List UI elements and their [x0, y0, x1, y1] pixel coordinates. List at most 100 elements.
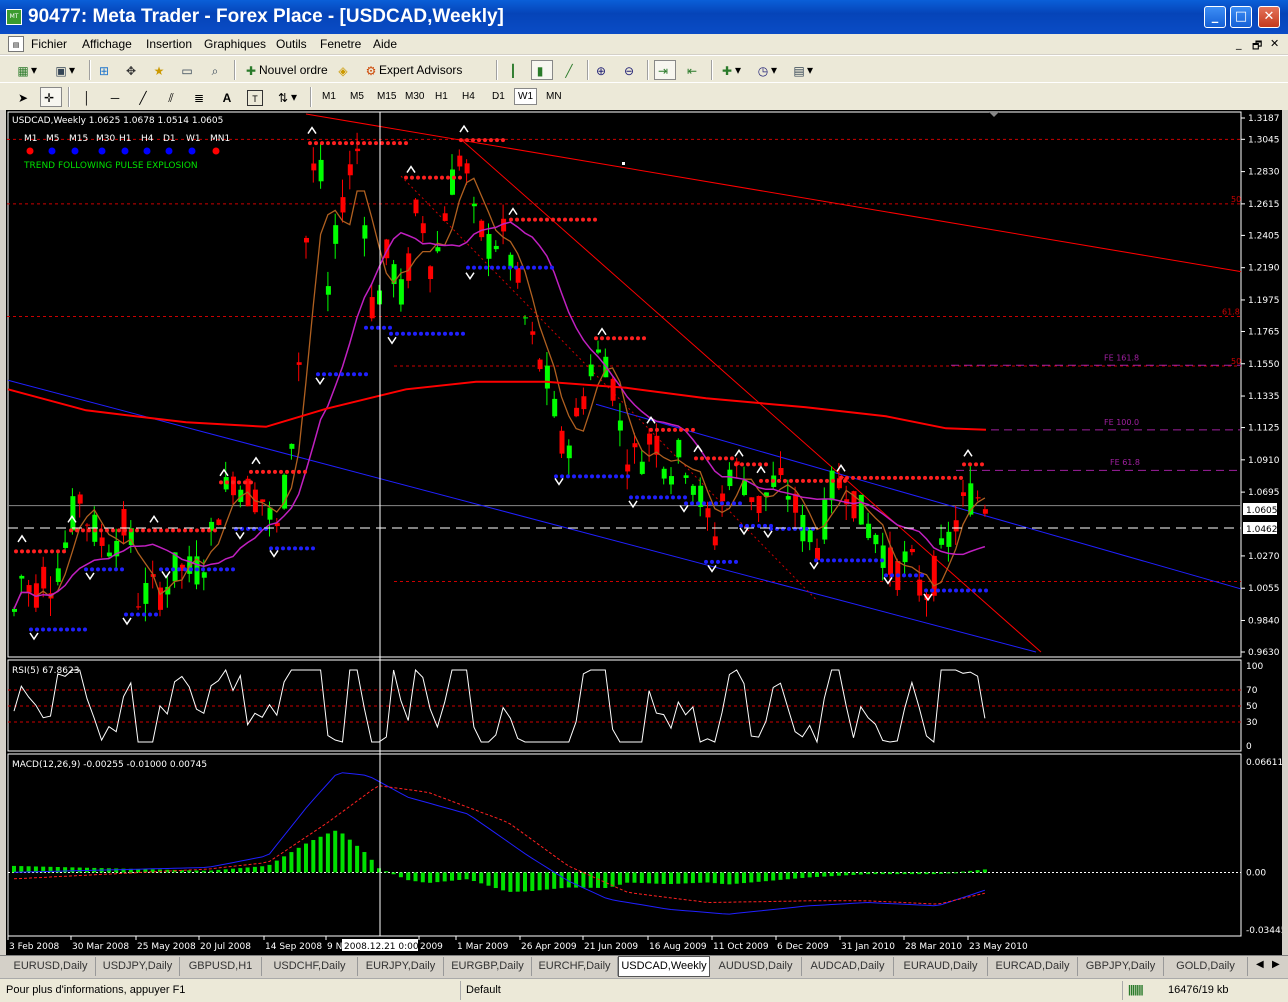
tab-scroll-left-icon[interactable]: ◀: [1256, 959, 1264, 970]
zoom-out-button[interactable]: ⊖: [620, 60, 640, 80]
candle-body: [705, 508, 711, 518]
fractal-down-dot: [84, 567, 88, 572]
fractal-down-dot: [671, 495, 675, 500]
fractal-up-dot: [917, 475, 921, 480]
macd-histogram-bar: [19, 866, 24, 873]
terminal-button[interactable]: ▭: [178, 60, 198, 80]
timeframe-mn[interactable]: MN: [542, 88, 566, 105]
fractal-down-dot: [364, 325, 368, 330]
menu-graphiques[interactable]: Graphiques: [204, 37, 266, 51]
fractal-up-dot: [606, 336, 610, 341]
tab-gbpusd-h1[interactable]: GBPUSD,H1: [180, 957, 262, 976]
tab-eurgbp-daily[interactable]: EURGBP,Daily: [444, 957, 532, 976]
text-label-tool[interactable]: T: [246, 87, 266, 107]
fractal-up-dot: [398, 141, 402, 146]
menu-outils[interactable]: Outils: [276, 37, 307, 51]
expert-advisors-button[interactable]: ⚙ Expert Advisors: [362, 60, 466, 80]
navigator-button[interactable]: ✥: [122, 60, 142, 80]
indicators-button[interactable]: ✚ ▾: [718, 60, 750, 80]
periods-button[interactable]: ◷ ▾: [754, 60, 786, 80]
maximize-button[interactable]: □: [1230, 6, 1252, 28]
data-window-button[interactable]: ★: [150, 60, 170, 80]
auto-scroll-button[interactable]: ⇥: [654, 60, 676, 80]
equidistant-channel-tool[interactable]: ⫽: [162, 87, 182, 107]
chart-window-icon[interactable]: ▤: [8, 36, 24, 52]
menu-affichage[interactable]: Affichage: [82, 37, 132, 51]
minimize-button[interactable]: _: [1204, 6, 1226, 28]
chart-shift-marker[interactable]: [989, 112, 999, 117]
tab-gold-daily[interactable]: GOLD,Daily: [1164, 957, 1248, 976]
arrows-tool[interactable]: ⇅ ▾: [274, 87, 304, 107]
zoom-in-button[interactable]: ⊕: [592, 60, 612, 80]
timeframe-w1[interactable]: W1: [514, 88, 537, 105]
metaeditor-button[interactable]: ◈: [334, 60, 354, 80]
tab-audcad-daily[interactable]: AUDCAD,Daily: [802, 957, 894, 976]
fractal-up-dot: [887, 475, 891, 480]
fractal-up-dot: [261, 469, 265, 474]
candle-body: [909, 549, 915, 553]
menu-aide[interactable]: Aide: [373, 37, 397, 51]
mdi-minimize-button[interactable]: _: [1236, 37, 1242, 50]
tab-eurcad-daily[interactable]: EURCAD,Daily: [988, 957, 1078, 976]
menu-insertion[interactable]: Insertion: [146, 37, 192, 51]
trendline-tool[interactable]: ╱: [134, 87, 154, 107]
fractal-down-arrow: [883, 577, 893, 585]
menu-fenetre[interactable]: Fenetre: [320, 37, 361, 51]
tab-usdjpy-daily[interactable]: USDJPY,Daily: [96, 957, 180, 976]
tab-gbpjpy-daily[interactable]: GBPJPY,Daily: [1078, 957, 1164, 976]
tab-euraud-daily[interactable]: EURAUD,Daily: [894, 957, 988, 976]
cursor-tool[interactable]: ➤: [14, 87, 34, 107]
status-profile[interactable]: Default: [466, 984, 501, 996]
market-watch-button[interactable]: ⊞: [95, 60, 115, 80]
text-tool[interactable]: A: [218, 87, 238, 107]
profiles-button[interactable]: ▣ ▾: [52, 60, 84, 80]
chart-canvas[interactable]: 50 61.8 50 FE 161.8 FE 100.0 FE 61.8 100 70 50 3…: [6, 110, 1286, 955]
chart-shift-button[interactable]: ⇤: [683, 60, 705, 80]
timeframe-m1[interactable]: M1: [318, 88, 340, 105]
tab-scroll-right-icon[interactable]: ▶: [1272, 959, 1280, 970]
tab-eurusd-daily[interactable]: EURUSD,Daily: [6, 957, 96, 976]
tab-eurjpy-daily[interactable]: EURJPY,Daily: [358, 957, 444, 976]
macd-histogram-bar: [347, 839, 352, 873]
fractal-up-dot: [452, 175, 456, 180]
new-chart-button[interactable]: ▦ ▾: [14, 60, 46, 80]
vertical-line-tool[interactable]: │: [78, 87, 98, 107]
fractal-down-dot: [293, 546, 297, 551]
timeframe-m30[interactable]: M30: [401, 88, 428, 105]
close-button[interactable]: ✕: [1258, 6, 1280, 28]
macd-histogram-bar: [457, 872, 462, 880]
timeframe-h4[interactable]: H4: [458, 88, 479, 105]
crosshair-tool[interactable]: ✛: [40, 87, 62, 107]
fractal-up-dot: [117, 528, 121, 533]
timeframe-m5[interactable]: M5: [346, 88, 368, 105]
timeframe-m15[interactable]: M15: [373, 88, 400, 105]
horizontal-line-tool[interactable]: ─: [106, 87, 126, 107]
macd-histogram-bar: [238, 868, 243, 873]
tab-audusd-daily[interactable]: AUDUSD,Daily: [710, 957, 802, 976]
bar-chart-button[interactable]: ┃: [504, 60, 524, 80]
mdi-close-button[interactable]: ✕: [1270, 37, 1279, 50]
candlestick-button[interactable]: ▮: [531, 60, 553, 80]
timeframe-d1[interactable]: D1: [488, 88, 509, 105]
fractal-down-dot: [213, 567, 217, 572]
tab-eurchf-daily[interactable]: EURCHF,Daily: [532, 957, 618, 976]
mdi-restore-button[interactable]: 🗗: [1252, 37, 1262, 56]
timeframe-h1[interactable]: H1: [431, 88, 452, 105]
new-order-button[interactable]: ✚ Nouvel ordre: [242, 60, 330, 80]
fibonacci-tool[interactable]: ≣: [190, 87, 210, 107]
metatrader-app-icon[interactable]: MT: [6, 9, 22, 25]
fractal-down-arrow: [269, 550, 279, 558]
fractal-up-dot: [881, 475, 885, 480]
templates-button[interactable]: ▤ ▾: [790, 60, 822, 80]
strategy-tester-button[interactable]: ⌕: [206, 60, 226, 80]
tab-usdcad-weekly[interactable]: USDCAD,Weekly: [618, 956, 710, 977]
menu-fichier[interactable]: Fichier: [31, 37, 67, 51]
macd-histogram-bar: [720, 872, 725, 884]
fractal-up-arrow: [307, 126, 317, 134]
chart-window[interactable]: 50 61.8 50 FE 161.8 FE 100.0 FE 61.8 100 70 50 3…: [6, 110, 1286, 955]
tab-usdchf-daily[interactable]: USDCHF,Daily: [262, 957, 358, 976]
fractal-down-dot: [696, 501, 700, 506]
macd-histogram-bar: [844, 872, 849, 876]
candle-body: [85, 524, 90, 526]
line-chart-button[interactable]: ╱: [560, 60, 580, 80]
